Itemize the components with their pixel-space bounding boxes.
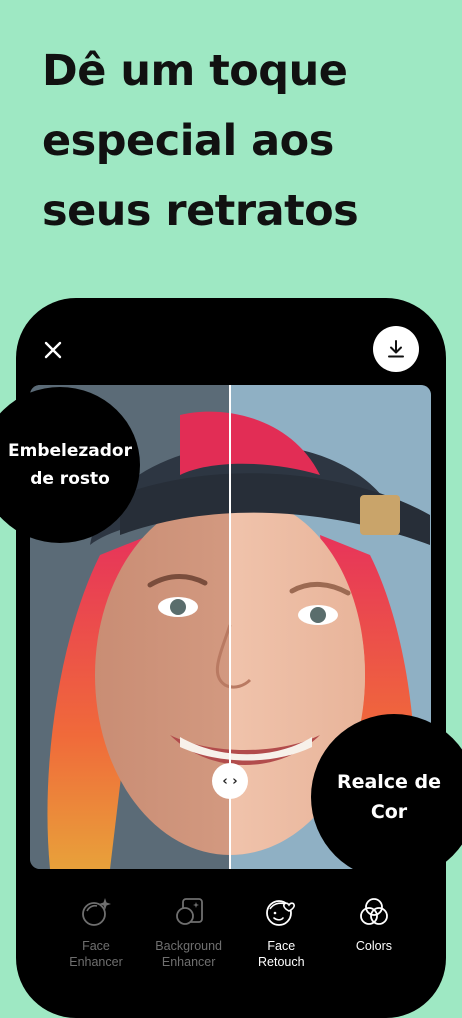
portrait-frame-icon [172, 895, 206, 929]
tool-face-enhancer[interactable]: Face Enhancer [50, 895, 142, 985]
face-heart-icon [264, 895, 298, 929]
tool-colors-label: Colors [355, 939, 393, 953]
color-enhance-text: Realce de Cor [336, 771, 442, 823]
download-button[interactable] [373, 326, 419, 372]
close-button[interactable] [40, 337, 66, 363]
comparison-slider-handle[interactable]: ‹ › [212, 763, 248, 799]
face-beautifier-text: Embelezador de rosto [8, 441, 132, 489]
tool-colors[interactable]: Colors [328, 895, 420, 985]
tool-face-retouch-label: Face Retouch [258, 939, 305, 969]
tool-background-enhancer-label: Background Enhancer [155, 939, 223, 969]
headline: Dê um toque especial aos seus retratos [42, 46, 359, 236]
tool-face-enhancer-label: Face Enhancer [69, 939, 123, 969]
color-circles-icon [357, 895, 391, 929]
close-icon [44, 341, 62, 359]
tool-background-enhancer[interactable]: Background Enhancer [143, 895, 235, 985]
download-icon [388, 340, 404, 358]
editing-toolbar: Face Enhancer Background Enhancer Face R… [50, 895, 420, 985]
face-sparkle-icon [79, 895, 113, 929]
tool-face-retouch[interactable]: Face Retouch [235, 895, 327, 985]
